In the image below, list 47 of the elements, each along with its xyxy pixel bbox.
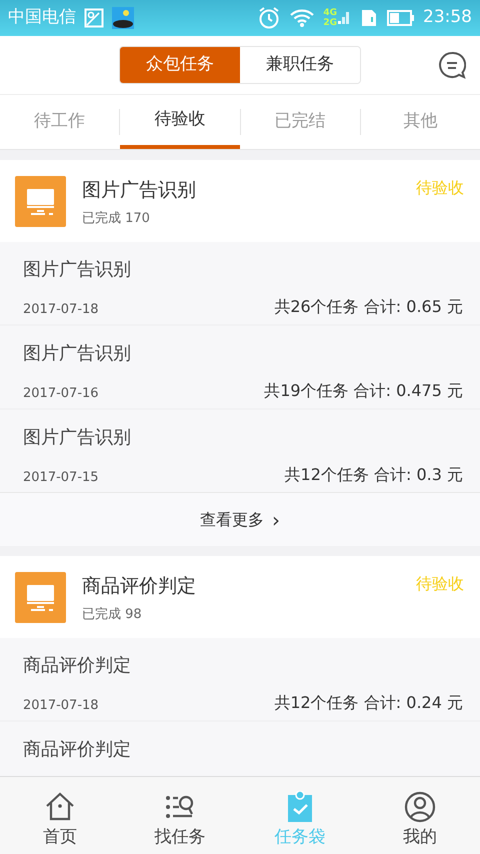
alarm-icon bbox=[257, 6, 282, 30]
network-label: 2G bbox=[323, 18, 337, 28]
chat-icon[interactable] bbox=[438, 51, 466, 79]
task-total: 共12个任务 合计: 0.24 元 bbox=[274, 692, 463, 714]
nav-tab[interactable]: 我的 bbox=[360, 777, 480, 854]
sim-icon bbox=[359, 8, 379, 28]
task-row-background[interactable]: 图片广告识别 2017-07-18 共26个任务 合计: 0.65 元 bbox=[0, 242, 480, 324]
task-title: 图片广告识别 bbox=[23, 258, 132, 282]
battery-icon bbox=[387, 9, 415, 27]
completed-count: 已完成 170 bbox=[82, 210, 151, 228]
view-more-label: 查看更多 bbox=[200, 508, 264, 530]
task-title: 商品评价判定 bbox=[23, 654, 132, 678]
task-date: 2017-07-18 bbox=[23, 300, 99, 318]
view-more-button[interactable]: 查看更多 › bbox=[0, 492, 480, 546]
task-title: 商品评价判定 bbox=[23, 738, 132, 762]
task-row-background[interactable]: 图片广告识别 2017-07-16 共19个任务 合计: 0.475 元 bbox=[0, 326, 480, 408]
status-label: 待验收 bbox=[416, 573, 464, 595]
image-icon bbox=[84, 8, 104, 28]
task-total: 共19个任务 合计: 0.475 元 bbox=[264, 380, 463, 402]
task-total: 共26个任务 合计: 0.65 元 bbox=[274, 296, 463, 318]
task-icon bbox=[15, 572, 66, 623]
status-label: 待验收 bbox=[416, 177, 464, 199]
task-date: 2017-07-16 bbox=[23, 384, 99, 402]
task-title: 图片广告识别 bbox=[23, 426, 132, 450]
task-total: 共12个任务 合计: 0.3 元 bbox=[284, 464, 463, 486]
task-date: 2017-07-18 bbox=[23, 696, 99, 714]
clock-time: 23:58 bbox=[423, 6, 472, 30]
status-tab[interactable]: 待验收 bbox=[120, 95, 240, 149]
completed-count: 已完成 98 bbox=[82, 606, 143, 624]
task-date: 2017-07-15 bbox=[23, 468, 99, 486]
segment-tab[interactable]: 众包任务 bbox=[120, 47, 240, 83]
nav-tab[interactable]: 首页 bbox=[0, 777, 120, 854]
app-icon bbox=[112, 7, 134, 29]
home-icon bbox=[44, 791, 76, 823]
carrier-name: 中国电信 bbox=[8, 6, 76, 30]
network-label: 4G bbox=[323, 8, 337, 18]
profile-icon bbox=[404, 791, 436, 823]
group-title: 图片广告识别 bbox=[82, 178, 197, 203]
task-icon bbox=[15, 176, 66, 227]
task-row-background[interactable]: 图片广告识别 2017-07-15 共12个任务 合计: 0.3 元 bbox=[0, 410, 480, 492]
nav-tab[interactable]: 找任务 bbox=[120, 777, 240, 854]
task-title: 图片广告识别 bbox=[23, 342, 132, 366]
wifi-icon bbox=[289, 8, 316, 28]
chevron-icon: › bbox=[272, 504, 280, 534]
task-row-background[interactable]: 商品评价判定 2017-07-18 共12个任务 合计: 0.24 元 bbox=[0, 638, 480, 720]
task-row-background[interactable]: 商品评价判定 bbox=[0, 722, 480, 776]
group-title: 商品评价判定 bbox=[82, 574, 197, 599]
